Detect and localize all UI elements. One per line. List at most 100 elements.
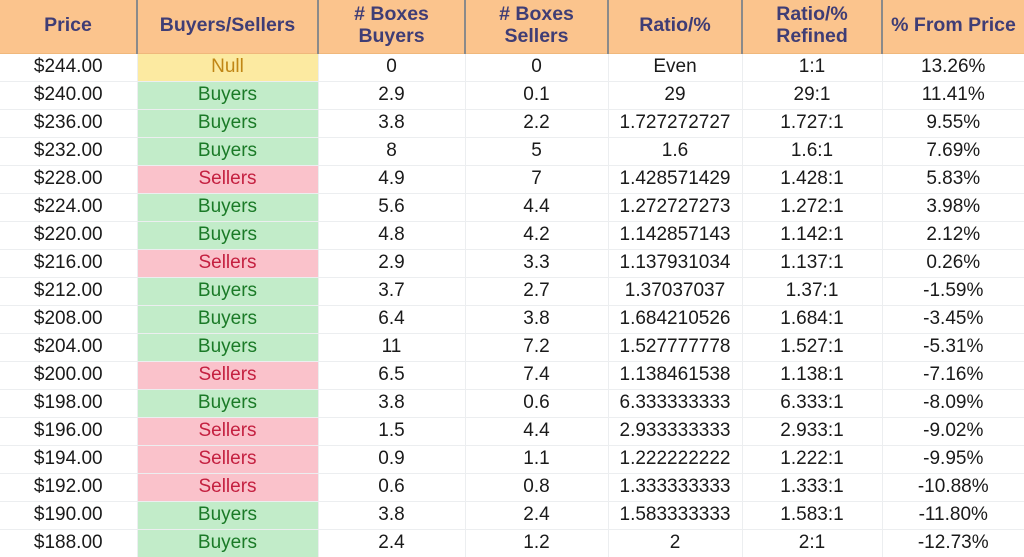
cell-ratio-refined: 1.138:1 — [742, 361, 883, 390]
cell-boxes-sellers: 5 — [465, 137, 609, 166]
cell-boxes-buyers: 2.9 — [318, 249, 466, 278]
table-row: $192.00 Sellers 0.6 0.8 1.333333333 1.333:1 -1… — [0, 473, 1024, 502]
cell-pct-from-price: 13.26% — [882, 53, 1024, 82]
cell-ratio: 2 — [608, 529, 743, 557]
cell-ratio-refined: 2:1 — [742, 529, 883, 557]
cell-boxes-sellers: 0.6 — [465, 389, 609, 418]
column-header-boxes-buyers[interactable]: # Boxes Buyers — [318, 0, 466, 54]
cell-pct-from-price: -11.80% — [882, 501, 1024, 530]
cell-ratio-refined: 1.428:1 — [742, 165, 883, 194]
buyers-sellers-table: Price Buyers/Sellers # Boxes Buyers # Bo… — [0, 0, 1024, 557]
cell-buyers-sellers: Sellers — [137, 165, 319, 194]
cell-boxes-buyers: 2.4 — [318, 529, 466, 557]
cell-boxes-buyers: 1.5 — [318, 417, 466, 446]
cell-ratio-refined: 1.527:1 — [742, 333, 883, 362]
table-row: $228.00 Sellers 4.9 7 1.428571429 1.428:1 5.83… — [0, 165, 1024, 194]
cell-buyers-sellers: Buyers — [137, 137, 319, 166]
cell-ratio: 6.333333333 — [608, 389, 743, 418]
cell-boxes-buyers: 8 — [318, 137, 466, 166]
table-header-row: Price Buyers/Sellers # Boxes Buyers # Bo… — [0, 0, 1024, 54]
cell-pct-from-price: -5.31% — [882, 333, 1024, 362]
cell-pct-from-price: -10.88% — [882, 473, 1024, 502]
cell-ratio: 1.37037037 — [608, 277, 743, 306]
cell-price: $194.00 — [0, 445, 138, 474]
cell-boxes-sellers: 2.4 — [465, 501, 609, 530]
cell-ratio: 1.428571429 — [608, 165, 743, 194]
cell-boxes-buyers: 4.9 — [318, 165, 466, 194]
table-row: $188.00 Buyers 2.4 1.2 2 2:1 -12.73% — [0, 529, 1024, 557]
cell-boxes-buyers: 3.7 — [318, 277, 466, 306]
cell-boxes-sellers: 1.1 — [465, 445, 609, 474]
cell-price: $204.00 — [0, 333, 138, 362]
cell-boxes-sellers: 3.3 — [465, 249, 609, 278]
table-body: $244.00 Null 0 0 Even 1:1 13.26% $240.00 Buyers 2… — [0, 53, 1024, 557]
cell-buyers-sellers: Buyers — [137, 389, 319, 418]
cell-pct-from-price: -8.09% — [882, 389, 1024, 418]
cell-ratio: 1.222222222 — [608, 445, 743, 474]
cell-buyers-sellers: Sellers — [137, 361, 319, 390]
cell-buyers-sellers: Buyers — [137, 193, 319, 222]
cell-boxes-sellers: 4.4 — [465, 417, 609, 446]
column-header-ratio-refined-line1: Ratio/% — [776, 3, 848, 26]
cell-ratio-refined: 6.333:1 — [742, 389, 883, 418]
cell-boxes-sellers: 7 — [465, 165, 609, 194]
cell-pct-from-price: 7.69% — [882, 137, 1024, 166]
cell-ratio: 29 — [608, 81, 743, 110]
cell-price: $216.00 — [0, 249, 138, 278]
cell-price: $196.00 — [0, 417, 138, 446]
table-header: Price Buyers/Sellers # Boxes Buyers # Bo… — [0, 0, 1024, 54]
cell-boxes-buyers: 6.4 — [318, 305, 466, 334]
table-row: $198.00 Buyers 3.8 0.6 6.333333333 6.333:1 -8.… — [0, 389, 1024, 418]
cell-boxes-buyers: 6.5 — [318, 361, 466, 390]
column-header-ratio[interactable]: Ratio/% — [608, 0, 743, 54]
cell-ratio-refined: 1.37:1 — [742, 277, 883, 306]
cell-ratio: 1.272727273 — [608, 193, 743, 222]
cell-ratio-refined: 1:1 — [742, 53, 883, 82]
cell-ratio-refined: 1.684:1 — [742, 305, 883, 334]
cell-boxes-sellers: 4.4 — [465, 193, 609, 222]
cell-ratio-refined: 1.727:1 — [742, 109, 883, 138]
cell-buyers-sellers: Buyers — [137, 305, 319, 334]
cell-boxes-sellers: 1.2 — [465, 529, 609, 557]
cell-buyers-sellers: Sellers — [137, 249, 319, 278]
cell-ratio-refined: 1.583:1 — [742, 501, 883, 530]
cell-ratio: 1.527777778 — [608, 333, 743, 362]
column-header-buyers-sellers[interactable]: Buyers/Sellers — [137, 0, 319, 54]
table-row: $216.00 Sellers 2.9 3.3 1.137931034 1.137:1 0.… — [0, 249, 1024, 278]
cell-price: $232.00 — [0, 137, 138, 166]
cell-ratio-refined: 1.137:1 — [742, 249, 883, 278]
cell-pct-from-price: 0.26% — [882, 249, 1024, 278]
cell-boxes-buyers: 3.8 — [318, 389, 466, 418]
table-row: $220.00 Buyers 4.8 4.2 1.142857143 1.142:1 2.1… — [0, 221, 1024, 250]
cell-boxes-buyers: 0.9 — [318, 445, 466, 474]
column-header-ratio-refined-line2: Refined — [776, 25, 848, 48]
cell-boxes-buyers: 2.9 — [318, 81, 466, 110]
cell-buyers-sellers: Sellers — [137, 445, 319, 474]
table-row: $244.00 Null 0 0 Even 1:1 13.26% — [0, 53, 1024, 82]
cell-boxes-sellers: 0 — [465, 53, 609, 82]
cell-pct-from-price: -7.16% — [882, 361, 1024, 390]
cell-buyers-sellers: Buyers — [137, 221, 319, 250]
cell-boxes-sellers: 2.2 — [465, 109, 609, 138]
table-row: $212.00 Buyers 3.7 2.7 1.37037037 1.37:1 -1.59… — [0, 277, 1024, 306]
cell-buyers-sellers: Sellers — [137, 417, 319, 446]
cell-price: $192.00 — [0, 473, 138, 502]
cell-pct-from-price: 11.41% — [882, 81, 1024, 110]
cell-pct-from-price: 9.55% — [882, 109, 1024, 138]
cell-price: $244.00 — [0, 53, 138, 82]
cell-price: $236.00 — [0, 109, 138, 138]
cell-price: $208.00 — [0, 305, 138, 334]
column-header-boxes-sellers[interactable]: # Boxes Sellers — [465, 0, 609, 54]
table-row: $196.00 Sellers 1.5 4.4 2.933333333 2.933:1 -9… — [0, 417, 1024, 446]
column-header-price[interactable]: Price — [0, 0, 138, 54]
cell-ratio: 1.138461538 — [608, 361, 743, 390]
cell-pct-from-price: -1.59% — [882, 277, 1024, 306]
cell-ratio-refined: 29:1 — [742, 81, 883, 110]
column-header-pct-from-price[interactable]: % From Price — [882, 0, 1024, 54]
cell-price: $190.00 — [0, 501, 138, 530]
cell-price: $240.00 — [0, 81, 138, 110]
cell-price: $228.00 — [0, 165, 138, 194]
column-header-ratio-refined[interactable]: Ratio/% Refined — [742, 0, 883, 54]
cell-ratio-refined: 1.333:1 — [742, 473, 883, 502]
cell-ratio: Even — [608, 53, 743, 82]
